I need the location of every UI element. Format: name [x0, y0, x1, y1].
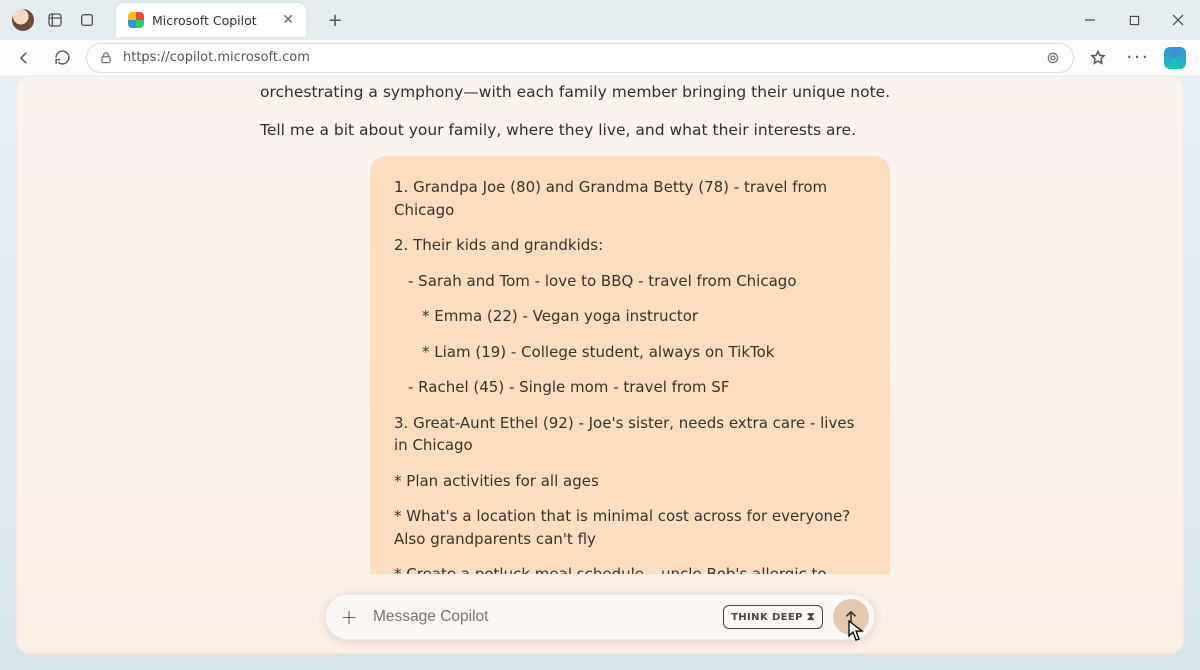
hourglass-icon: ⧗: [807, 610, 815, 624]
site-info-icon[interactable]: [99, 51, 113, 65]
assistant-line: orchestrating a symphony—with each famil…: [260, 80, 940, 104]
user-line: 3. Great-Aunt Ethel (92) - Joe's sister,…: [394, 412, 866, 457]
tab-close-icon[interactable]: ✕: [282, 12, 294, 28]
copilot-favicon-icon: [128, 12, 144, 28]
window-controls: [1068, 0, 1200, 40]
composer-area: + THINK DEEP ⧗: [16, 594, 1184, 640]
browser-tab[interactable]: Microsoft Copilot ✕: [116, 3, 306, 37]
toolbar: https://copilot.microsoft.com ···: [0, 40, 1200, 76]
window-titlebar: Microsoft Copilot ✕ +: [0, 0, 1200, 40]
user-line: - Sarah and Tom - love to BBQ - travel f…: [394, 270, 866, 293]
favorites-icon[interactable]: [1084, 44, 1112, 72]
assistant-message: orchestrating a symphony—with each famil…: [240, 76, 960, 142]
profile-avatar[interactable]: [12, 9, 34, 31]
new-tab-button[interactable]: +: [320, 5, 350, 35]
page-content: orchestrating a symphony—with each famil…: [16, 76, 1184, 654]
think-deep-toggle[interactable]: THINK DEEP ⧗: [723, 605, 823, 629]
user-line: 1. Grandpa Joe (80) and Grandma Betty (7…: [394, 176, 866, 221]
user-line: * Create a potluck meal schedule – uncle…: [394, 563, 866, 574]
copilot-sidebar-icon[interactable]: [1164, 47, 1186, 69]
attach-button[interactable]: +: [335, 603, 363, 631]
user-message: 1. Grandpa Joe (80) and Grandma Betty (7…: [370, 156, 890, 574]
conversation-area: orchestrating a symphony—with each famil…: [16, 76, 1184, 574]
user-line: * Emma (22) - Vegan yoga instructor: [394, 305, 866, 328]
composer: + THINK DEEP ⧗: [325, 594, 875, 640]
user-line: - Rachel (45) - Single mom - travel from…: [394, 376, 866, 399]
think-deep-label: THINK DEEP: [731, 612, 803, 623]
url-text: https://copilot.microsoft.com: [123, 50, 310, 65]
close-window-button[interactable]: [1156, 0, 1200, 40]
assistant-line: Tell me a bit about your family, where t…: [260, 118, 940, 142]
user-line: * What's a location that is minimal cost…: [394, 505, 866, 550]
shopping-icon[interactable]: [1045, 50, 1061, 66]
minimize-button[interactable]: [1068, 0, 1112, 40]
titlebar-left: Microsoft Copilot ✕ +: [0, 0, 350, 40]
user-line: * Liam (19) - College student, always on…: [394, 341, 866, 364]
refresh-button[interactable]: [48, 44, 76, 72]
back-button[interactable]: [10, 44, 38, 72]
tab-actions-icon[interactable]: [76, 9, 98, 31]
send-button[interactable]: [833, 599, 869, 635]
tab-title: Microsoft Copilot: [152, 13, 274, 28]
user-line: 2. Their kids and grandkids:: [394, 234, 866, 257]
workspaces-icon[interactable]: [44, 9, 66, 31]
toolbar-actions: ···: [1084, 44, 1190, 72]
user-line: * Plan activities for all ages: [394, 470, 866, 493]
message-input[interactable]: [373, 608, 713, 626]
maximize-button[interactable]: [1112, 0, 1156, 40]
more-menu-icon[interactable]: ···: [1124, 44, 1152, 72]
address-bar[interactable]: https://copilot.microsoft.com: [86, 43, 1074, 73]
